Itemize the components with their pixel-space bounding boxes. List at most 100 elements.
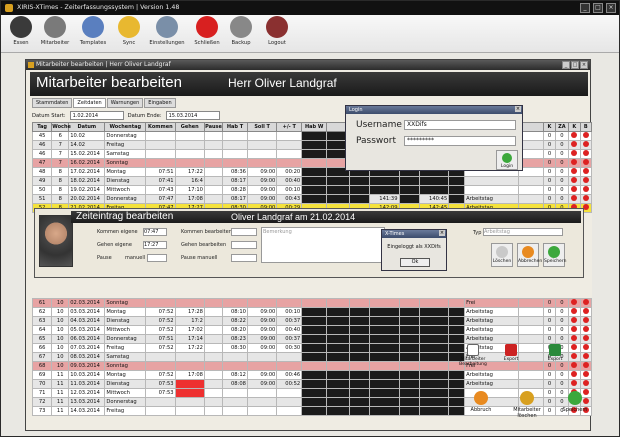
msgbox-close-icon[interactable]: × — [439, 230, 445, 236]
table-row[interactable]: 71 11 12.03.2014 Mittwoch 07:53 0 0 — [31, 388, 593, 398]
delete-row-icon[interactable] — [582, 141, 589, 147]
edit-row-icon[interactable] — [571, 353, 578, 359]
delete-row-icon[interactable] — [582, 335, 589, 341]
table-row[interactable]: 73 11 14.03.2014 Freitag 0 0 — [31, 406, 593, 416]
edit-row-icon[interactable] — [571, 335, 578, 341]
toolbar-sync-button[interactable]: Sync — [111, 15, 147, 46]
table-row[interactable]: 63 10 04.03.2014 Dienstag 07:52 17:2 08:22 09:0… — [31, 316, 593, 326]
typ-select[interactable]: Arbeitstag — [483, 228, 563, 236]
column-header[interactable]: Tag — [31, 122, 53, 132]
edit-row-icon[interactable] — [571, 141, 578, 147]
edit-row-icon[interactable] — [571, 344, 578, 350]
delete-row-icon[interactable] — [582, 371, 589, 377]
column-header[interactable]: ZA — [554, 122, 570, 132]
footer-save-button[interactable]: Speichern — [557, 387, 593, 425]
table-row[interactable]: 50 8 19.02.2014 Mittwoch 07:43 17:10 08:28 09:0… — [31, 185, 593, 195]
edit-row-icon[interactable] — [571, 362, 578, 368]
save-entry-button[interactable]: Speichern — [543, 243, 566, 267]
delete-row-icon[interactable] — [582, 317, 589, 323]
tab-stammdaten[interactable]: Stammdaten — [32, 98, 73, 108]
edit-row-icon[interactable] — [571, 150, 578, 156]
edit-row-icon[interactable] — [571, 380, 578, 386]
login-button[interactable]: Login — [496, 150, 518, 170]
toolbar-close-button[interactable]: Schließen — [189, 15, 225, 46]
delete-row-icon[interactable] — [582, 308, 589, 314]
column-header[interactable]: Wochentag — [104, 122, 147, 132]
toolbar-gear-button[interactable]: Einstellungen — [149, 15, 185, 46]
end-date-field[interactable]: 15.03.2014 — [165, 111, 220, 120]
delete-row-icon[interactable] — [582, 168, 589, 174]
minimize-icon[interactable]: _ — [580, 3, 590, 13]
delete-row-icon[interactable] — [582, 380, 589, 386]
column-header[interactable]: Hab W — [301, 122, 328, 132]
maximize-icon[interactable]: □ — [593, 3, 603, 13]
edit-row-icon[interactable] — [571, 326, 578, 332]
employee-edit-button[interactable]: Mitarbeiter Bearbeitung — [458, 342, 488, 378]
table-row[interactable]: 61 10 02.03.2014 Sonntag Frei 0 0 — [31, 298, 593, 308]
gehen-bearb-input[interactable] — [231, 241, 257, 249]
table-row[interactable]: 70 11 11.03.2014 Dienstag 07:53 08:08 09:00 00:… — [31, 379, 593, 389]
tab-eingaben[interactable]: Eingaben — [144, 98, 176, 108]
edit-row-icon[interactable] — [571, 308, 578, 314]
delete-row-icon[interactable] — [582, 132, 589, 138]
sub-minimize-icon[interactable]: _ — [562, 61, 570, 69]
toolbar-person-button[interactable]: Mitarbeiter — [37, 15, 73, 46]
export-pdf-button[interactable]: Export — [496, 342, 526, 378]
delete-row-icon[interactable] — [582, 353, 589, 359]
column-header[interactable]: Hab T — [222, 122, 248, 132]
close-window-icon[interactable]: × — [606, 3, 616, 13]
column-header[interactable]: K — [543, 122, 556, 132]
edit-row-icon[interactable] — [571, 317, 578, 323]
footer-delete-button[interactable]: Mitarbeiter löschen — [509, 387, 545, 425]
table-row[interactable]: 72 11 13.03.2014 Donnerstag 0 0 — [31, 397, 593, 407]
column-header[interactable]: Pause — [203, 122, 224, 132]
pause-field[interactable] — [147, 254, 167, 262]
table-row[interactable]: 49 8 18.02.2014 Dienstag 07:41 16:4 08:17 09:00… — [31, 176, 593, 186]
edit-row-icon[interactable] — [571, 159, 578, 165]
toolbar-clock-button[interactable]: Essen — [3, 15, 39, 46]
sub-maximize-icon[interactable]: □ — [571, 61, 579, 69]
delete-row-icon[interactable] — [582, 159, 589, 165]
remark-textarea[interactable]: Bemerkung — [261, 227, 385, 263]
delete-row-icon[interactable] — [582, 186, 589, 192]
delete-row-icon[interactable] — [582, 177, 589, 183]
edit-row-icon[interactable] — [571, 132, 578, 138]
toolbar-logout-button[interactable]: Logout — [259, 15, 295, 46]
column-header[interactable]: B — [579, 122, 593, 132]
table-row[interactable]: 62 10 03.03.2014 Montag 07:52 17:28 08:10 09:00… — [31, 307, 593, 317]
delete-row-icon[interactable] — [582, 195, 589, 201]
column-header[interactable]: K — [568, 122, 581, 132]
toolbar-calendar-button[interactable]: Templates — [75, 15, 111, 46]
toolbar-cart-button[interactable]: Backup — [223, 15, 259, 46]
pause-manuell-input[interactable] — [231, 254, 257, 262]
footer-cancel-button[interactable]: Abbruch — [463, 387, 499, 425]
start-date-field[interactable]: 1.02.2014 — [69, 111, 124, 120]
tab-zeitdaten[interactable]: Zeitdaten — [73, 98, 106, 108]
cancel-entry-button[interactable]: Abbrechen — [517, 243, 542, 267]
column-header[interactable]: Kommen — [145, 122, 176, 132]
msgbox-ok-button[interactable]: Ok — [400, 258, 430, 267]
table-row[interactable]: 51 8 20.02.2014 Donnerstag 07:47 17:08 08:17 09… — [31, 194, 593, 204]
edit-row-icon[interactable] — [571, 168, 578, 174]
kommen-bearb-input[interactable] — [231, 228, 257, 236]
column-header[interactable]: Woche — [51, 122, 71, 132]
tab-warnungen[interactable]: Warnungen — [106, 98, 144, 108]
username-input[interactable]: XXDifs — [404, 120, 516, 130]
sub-close-icon[interactable]: × — [580, 61, 588, 69]
edit-row-icon[interactable] — [571, 195, 578, 201]
password-input[interactable]: ********* — [404, 136, 516, 146]
delete-row-icon[interactable] — [582, 150, 589, 156]
column-header[interactable]: Soll T — [246, 122, 278, 132]
column-header[interactable]: +/- T — [276, 122, 303, 132]
login-close-icon[interactable]: × — [515, 106, 521, 112]
column-header[interactable]: Datum — [68, 122, 106, 132]
table-row[interactable]: 64 10 05.03.2014 Mittwoch 07:52 17:02 08:20 09:… — [31, 325, 593, 335]
edit-row-icon[interactable] — [571, 177, 578, 183]
delete-row-icon[interactable] — [582, 326, 589, 332]
export-excel-button[interactable]: Export — [540, 342, 570, 378]
delete-row-icon[interactable] — [582, 299, 589, 305]
delete-row-icon[interactable] — [582, 362, 589, 368]
edit-row-icon[interactable] — [571, 299, 578, 305]
delete-row-icon[interactable] — [582, 344, 589, 350]
edit-row-icon[interactable] — [571, 186, 578, 192]
